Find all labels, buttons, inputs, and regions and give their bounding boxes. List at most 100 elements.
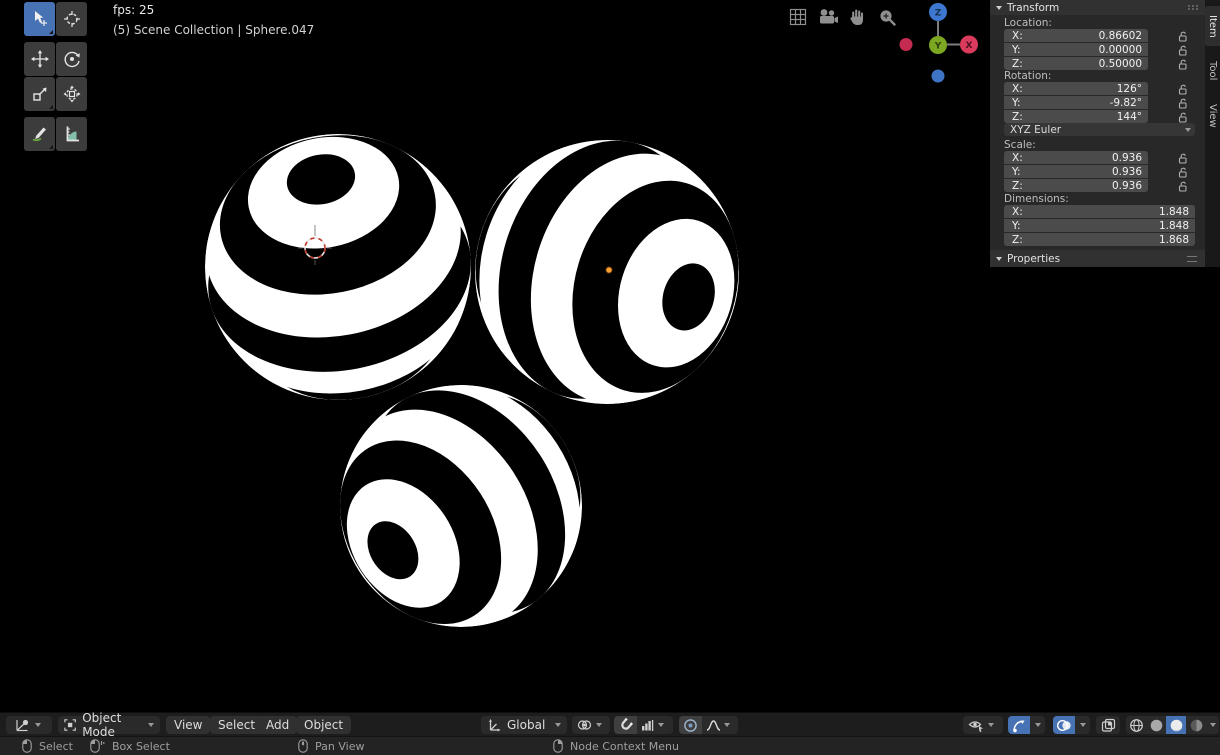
dimensions-y-field[interactable]: Y:1.848 bbox=[1004, 219, 1195, 232]
shading-rendered-button[interactable] bbox=[1186, 716, 1206, 734]
menu-object[interactable]: Object bbox=[296, 716, 351, 734]
rotation-section-label: Rotation: bbox=[1004, 70, 1051, 82]
dimensions-section-label: Dimensions: bbox=[1004, 193, 1069, 205]
rotation-lock-column bbox=[1176, 82, 1190, 124]
zoom-icon[interactable] bbox=[878, 8, 897, 27]
mode-dropdown[interactable]: Object Mode bbox=[58, 716, 160, 734]
chevron-down-icon bbox=[658, 723, 664, 727]
tool-move[interactable] bbox=[24, 42, 55, 76]
show-overlays-toggle[interactable] bbox=[1053, 716, 1075, 734]
lock-open-icon[interactable] bbox=[1176, 82, 1190, 96]
transform-panel-header[interactable]: Transform bbox=[990, 0, 1205, 15]
wireframe-sphere-icon bbox=[1129, 718, 1144, 733]
object-type-visibility-dropdown[interactable] bbox=[963, 716, 1003, 734]
pan-hand-icon[interactable] bbox=[848, 8, 866, 27]
global-orientation-icon bbox=[487, 718, 501, 732]
lock-open-icon[interactable] bbox=[1176, 29, 1190, 43]
lock-open-icon[interactable] bbox=[1176, 179, 1190, 193]
xray-icon bbox=[1101, 718, 1116, 733]
status-bar: Select Box Select Pan View Node Contex bbox=[0, 736, 1220, 755]
gizmos-dropdown[interactable] bbox=[1030, 716, 1045, 734]
fps-counter: fps: 25 bbox=[113, 3, 154, 17]
annotate-pencil-icon bbox=[31, 125, 49, 143]
lock-open-icon[interactable] bbox=[1176, 165, 1190, 179]
collapse-triangle-icon bbox=[996, 6, 1002, 10]
shading-wireframe-button[interactable] bbox=[1126, 716, 1146, 734]
lock-open-icon[interactable] bbox=[1176, 110, 1190, 124]
rotation-y-field[interactable]: Y:-9.82° bbox=[1004, 96, 1148, 109]
camera-icon[interactable] bbox=[818, 8, 840, 26]
editor-type-selector[interactable] bbox=[6, 716, 52, 734]
subtool-indicator bbox=[49, 30, 53, 34]
proportional-falloff-dropdown[interactable] bbox=[702, 716, 738, 734]
mouse-middle-icon bbox=[298, 739, 308, 753]
tool-annotate[interactable] bbox=[24, 117, 55, 151]
chevron-down-icon bbox=[1035, 723, 1041, 727]
object-origin-dot[interactable] bbox=[605, 266, 613, 274]
pivot-point-dropdown[interactable] bbox=[572, 716, 610, 734]
shading-material-preview-button[interactable] bbox=[1166, 716, 1186, 734]
rendered-sphere-icon bbox=[1189, 718, 1204, 733]
rotation-x-field[interactable]: X:126° bbox=[1004, 82, 1148, 95]
dimensions-x-field[interactable]: X:1.848 bbox=[1004, 205, 1195, 218]
chevron-down-icon bbox=[35, 723, 41, 727]
snap-target-dropdown[interactable] bbox=[637, 716, 673, 734]
menu-view[interactable]: View bbox=[166, 716, 210, 734]
show-gizmos-toggle[interactable] bbox=[1008, 716, 1030, 734]
tool-transform[interactable] bbox=[56, 77, 87, 111]
subtool-indicator bbox=[49, 105, 53, 109]
menu-select[interactable]: Select bbox=[210, 716, 263, 734]
select-tweak-icon bbox=[31, 10, 49, 28]
location-x-field[interactable]: X:0.86602 bbox=[1004, 29, 1148, 42]
tab-item[interactable]: Item bbox=[1205, 6, 1220, 46]
rotation-z-field[interactable]: Z:144° bbox=[1004, 110, 1148, 123]
grid-overlay-icon[interactable] bbox=[789, 8, 807, 26]
overlays-dropdown[interactable] bbox=[1075, 716, 1090, 734]
tab-tool[interactable]: Tool bbox=[1205, 52, 1220, 90]
striped-sphere-1[interactable] bbox=[182, 111, 494, 423]
rotate-icon bbox=[63, 50, 81, 68]
scale-y-field[interactable]: Y:0.936 bbox=[1004, 165, 1148, 178]
shading-solid-button[interactable] bbox=[1146, 716, 1166, 734]
status-hint-pan-view: Pan View bbox=[298, 738, 364, 754]
tab-view[interactable]: View bbox=[1205, 96, 1220, 136]
gizmo-y-label: Y bbox=[934, 42, 942, 52]
rotation-mode-dropdown[interactable]: XYZ Euler bbox=[1004, 123, 1195, 136]
toggle-xray-button[interactable] bbox=[1096, 716, 1120, 734]
rotation-fields: X:126° Y:-9.82° Z:144° bbox=[1004, 82, 1148, 123]
subtool-indicator bbox=[49, 145, 53, 149]
proportional-editing-toggle[interactable] bbox=[679, 716, 702, 734]
panel-drag-handle-icon[interactable] bbox=[1188, 5, 1199, 10]
dimensions-z-field[interactable]: Z:1.868 bbox=[1004, 233, 1195, 246]
smooth-falloff-icon bbox=[706, 719, 721, 732]
solid-sphere-icon bbox=[1149, 718, 1164, 733]
active-object-breadcrumb: (5) Scene Collection | Sphere.047 bbox=[113, 23, 314, 37]
object-mode-icon bbox=[64, 718, 76, 732]
lock-open-icon[interactable] bbox=[1176, 151, 1190, 165]
scale-z-field[interactable]: Z:0.936 bbox=[1004, 179, 1148, 192]
properties-panel-header[interactable]: Properties bbox=[990, 250, 1205, 267]
tool-cursor[interactable] bbox=[56, 2, 87, 36]
lock-open-icon[interactable] bbox=[1176, 43, 1190, 57]
location-lock-column bbox=[1176, 29, 1190, 71]
sidebar-tab-strip: Item Tool View bbox=[1205, 0, 1220, 267]
lock-open-icon[interactable] bbox=[1176, 96, 1190, 110]
shading-dropdown[interactable] bbox=[1206, 716, 1219, 734]
gizmo-axis-x-negative[interactable] bbox=[900, 38, 913, 51]
orientation-dropdown[interactable]: Global bbox=[481, 716, 567, 734]
location-y-field[interactable]: Y:0.00000 bbox=[1004, 43, 1148, 56]
navigation-gizmo[interactable]: Z Y X bbox=[896, 2, 982, 88]
chevron-down-icon bbox=[148, 723, 154, 727]
gizmo-axis-z-negative[interactable] bbox=[932, 70, 945, 83]
snap-toggle[interactable] bbox=[614, 716, 637, 734]
lock-open-icon[interactable] bbox=[1176, 57, 1190, 71]
panel-drag-handle-icon[interactable] bbox=[1187, 256, 1197, 262]
tool-scale[interactable] bbox=[24, 77, 55, 111]
location-z-field[interactable]: Z:0.50000 bbox=[1004, 57, 1148, 70]
menu-add[interactable]: Add bbox=[258, 716, 297, 734]
tool-measure[interactable] bbox=[56, 117, 87, 151]
chevron-down-icon bbox=[555, 723, 561, 727]
tool-rotate[interactable] bbox=[56, 42, 87, 76]
scale-x-field[interactable]: X:0.936 bbox=[1004, 151, 1148, 164]
tool-select-tweak[interactable] bbox=[24, 2, 55, 36]
